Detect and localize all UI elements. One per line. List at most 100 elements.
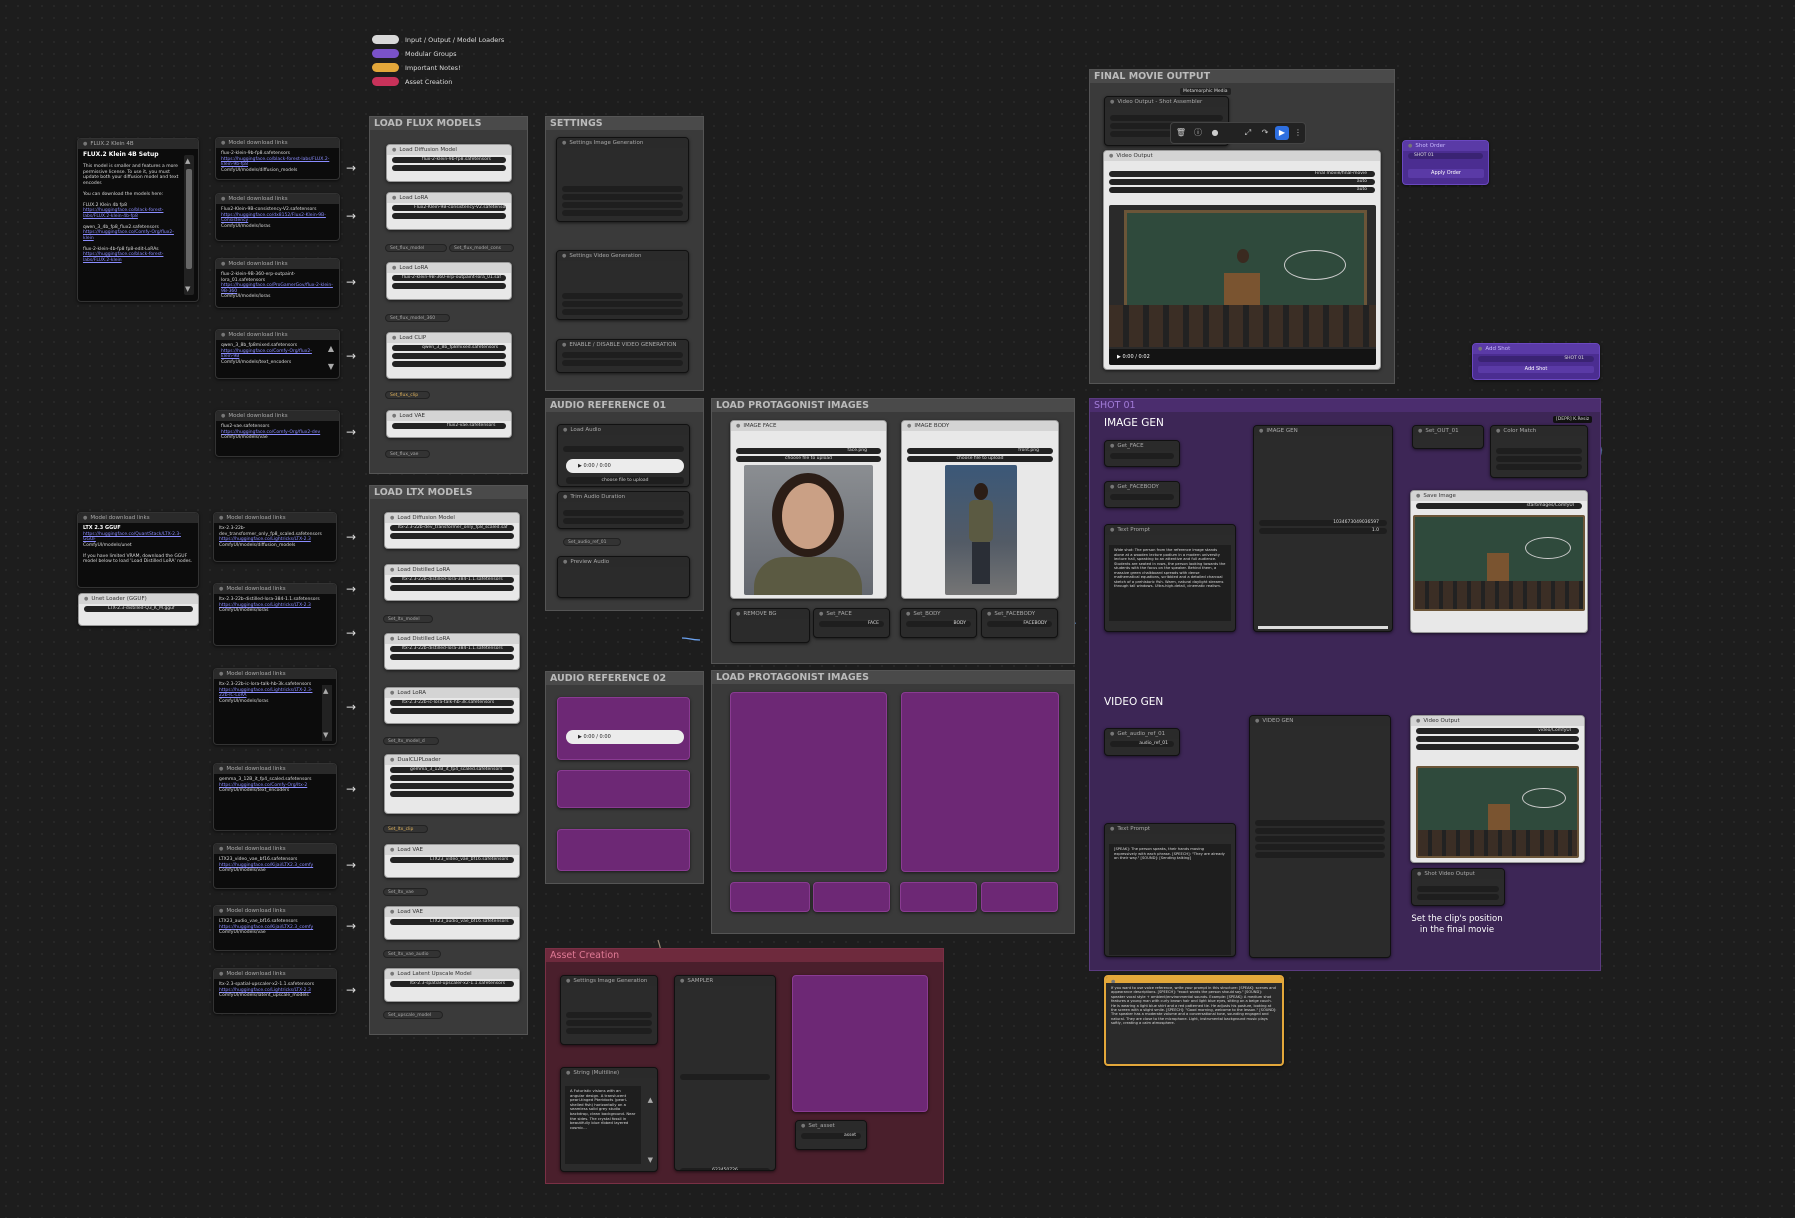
enable-video-generation-node[interactable]: ENABLE / DISABLE VIDEO GENERATION bbox=[556, 339, 689, 373]
steps-input[interactable] bbox=[562, 202, 683, 208]
source-group-select[interactable]: SHOT 01 bbox=[1478, 356, 1594, 362]
cfg-input[interactable] bbox=[1255, 836, 1385, 842]
preview-audio-node-bypassed[interactable] bbox=[557, 829, 690, 871]
set-ltx-vae-audio-node[interactable]: Set_ltx_vae_audio bbox=[383, 950, 441, 958]
load-audio-node-bypassed[interactable]: ▶ 0:00 / 0:00 bbox=[557, 697, 690, 760]
constant-input[interactable]: BODY bbox=[906, 621, 971, 627]
load-vae-audio-node[interactable]: Load VAE LTX23_audio_vae_bf16.safetensors bbox=[384, 906, 520, 940]
shot-order-item[interactable]: SHOT 01 bbox=[1408, 153, 1483, 159]
more-icon[interactable]: ⋮ bbox=[1291, 126, 1305, 140]
steps-input[interactable] bbox=[566, 1028, 652, 1034]
model-download-node[interactable]: Model download links flux-2-klein-9B-360… bbox=[215, 258, 340, 308]
filename-prefix-input[interactable]: startimages/ComfyUI bbox=[1416, 503, 1582, 509]
shot-video-output-node[interactable]: Shot Video Output bbox=[1411, 868, 1505, 906]
lora-name-select[interactable]: ltx-2.3-22b-distilled-lora-384-1.1.safet… bbox=[390, 646, 514, 652]
string-multiline-node[interactable]: String (Multiline) A Futuristic visions … bbox=[560, 1067, 658, 1172]
scroll-down-icon[interactable]: ▼ bbox=[323, 731, 328, 739]
bypass-icon[interactable]: ↷ bbox=[1258, 126, 1272, 140]
resolution-mode-select[interactable] bbox=[1110, 115, 1223, 121]
shot-position-input[interactable] bbox=[1417, 886, 1499, 892]
trim-audio-node-bypassed[interactable] bbox=[557, 770, 690, 808]
unet-name-select[interactable]: ltx-2.3-22b-dev_transformer_only_fp8_sca… bbox=[390, 525, 514, 531]
image-file-select[interactable]: face.png bbox=[736, 448, 881, 454]
settings-video-generation-node[interactable]: Settings Video Generation bbox=[556, 250, 689, 320]
model-download-node[interactable]: Model download links flux2-vae.safetenso… bbox=[215, 410, 340, 457]
load-lora-node[interactable]: Load LoRA flux-2-klein-9B-360-erp-outpain… bbox=[386, 262, 512, 300]
set-flux-model-cons-node[interactable]: Set_flux_model_cons bbox=[449, 244, 514, 252]
important-note[interactable]: If you want to use voice reference, writ… bbox=[1104, 975, 1284, 1066]
download-link[interactable]: https://huggingface.co/dx8152/Flux2-Klei… bbox=[221, 213, 326, 224]
upload-button[interactable]: choose file to upload bbox=[736, 456, 881, 462]
get-face-node[interactable]: Get_FACE bbox=[1104, 440, 1180, 467]
scroll-down-icon[interactable]: ▼ bbox=[648, 1156, 653, 1164]
codec-select[interactable]: auto bbox=[1109, 187, 1375, 193]
load-vae-node[interactable]: Load VAE LTX23_video_vae_bf16.safetensors bbox=[384, 844, 520, 878]
remove-bg-node-bypassed[interactable] bbox=[730, 882, 810, 912]
video-output-node[interactable]: Video Output video/ComfyUI bbox=[1410, 715, 1585, 863]
constant-input[interactable]: audio_ref_01 bbox=[1110, 741, 1174, 747]
text-prompt-node[interactable]: Text Prompt Wide shot: The person from t… bbox=[1104, 524, 1236, 632]
add-shot-node[interactable]: Add Shot SHOT 01 Add Shot bbox=[1472, 343, 1600, 380]
download-link[interactable]: https://huggingface.co/Kijai/LTX2.3_comf… bbox=[219, 863, 313, 868]
preview-audio-node[interactable]: Preview Audio bbox=[557, 556, 690, 598]
set-out-01-node[interactable]: Set_OUT_01 bbox=[1412, 425, 1484, 449]
scroll-up-icon[interactable]: ▲ bbox=[648, 1096, 653, 1104]
download-link[interactable]: https://huggingface.co/black-forest-labs… bbox=[83, 252, 163, 263]
upload-button[interactable]: choose file to upload bbox=[566, 477, 684, 484]
remove-bg-node[interactable]: REMOVE BG bbox=[730, 608, 810, 643]
device-select[interactable] bbox=[390, 791, 514, 797]
weight-dtype-select[interactable] bbox=[390, 533, 514, 539]
type-select[interactable] bbox=[390, 783, 514, 789]
flux-klein-note[interactable]: FLUX.2 Klein 4B FLUX.2 Klein 4B Setup Th… bbox=[77, 138, 199, 302]
save-image-node-bypassed[interactable] bbox=[792, 975, 928, 1112]
aspect-ratio-select[interactable] bbox=[566, 1020, 652, 1026]
aspect-ratio-select[interactable] bbox=[562, 301, 683, 307]
trash-icon[interactable]: 🗑 bbox=[1174, 126, 1188, 140]
resolution-select[interactable] bbox=[562, 293, 683, 299]
download-link[interactable]: https://huggingface.co/black-forest-labs… bbox=[221, 157, 329, 168]
model-download-node[interactable]: Model download links ltx-2.3-22b-dev_tran… bbox=[213, 512, 337, 562]
prompt-text[interactable]: [SPEAK]: The person speaks, their hands … bbox=[1109, 844, 1231, 955]
seed-input[interactable]: 1034673049036597 bbox=[1259, 520, 1387, 526]
lora-name-select[interactable]: ltx-2.3-22b-ic-lora-talk-hb-3k.safetenso… bbox=[390, 700, 514, 706]
node-toolbar[interactable]: 🗑 ⓘ ● ⤢ ↷ ▶ ⋮ bbox=[1170, 122, 1306, 144]
load-audio-node[interactable]: Load Audio ▶ 0:00 / 0:00 choose file to … bbox=[557, 424, 690, 487]
prompt-text[interactable]: A Futuristic visions with an angular des… bbox=[565, 1086, 641, 1164]
set-ltx-model-d-node[interactable]: Set_ltx_model_d bbox=[383, 737, 439, 745]
load-lora-node[interactable]: Load LoRA ltx-2.3-22b-ic-lora-talk-hb-3k.… bbox=[384, 687, 520, 724]
resolution-select[interactable] bbox=[562, 186, 683, 192]
constant-input[interactable]: asset bbox=[801, 1133, 861, 1139]
download-link[interactable]: https://huggingface.co/ProGamerGov/flux-… bbox=[221, 283, 333, 294]
color-match-node[interactable]: Color Match bbox=[1490, 425, 1588, 478]
vae-name-select[interactable]: LTX23_video_vae_bf16.safetensors bbox=[390, 857, 514, 863]
scroll-down-icon[interactable]: ▼ bbox=[328, 362, 334, 371]
model-download-node[interactable]: Model download links ltx-2.3-22b-ic-lora-… bbox=[213, 668, 337, 745]
download-link[interactable]: https://huggingface.co/Lightricks/LTX-2.… bbox=[219, 688, 312, 699]
model-download-node[interactable]: Model download links gemma_3_12B_it_fp4_s… bbox=[213, 763, 337, 831]
download-link[interactable]: https://huggingface.co/Lightricks/LTX-2.… bbox=[219, 988, 311, 993]
set-ltx-vae-node[interactable]: Set_ltx_vae bbox=[383, 888, 428, 896]
frame-rate-input[interactable] bbox=[562, 309, 683, 315]
model-download-node[interactable]: Model download links LTX23_video_vae_bf16… bbox=[213, 843, 337, 889]
resolution-select[interactable] bbox=[566, 1012, 652, 1018]
set-face-node[interactable]: Set_FACE FACE bbox=[813, 608, 890, 638]
filename-prefix-input[interactable]: Final movie/final-movie bbox=[1109, 171, 1375, 177]
video-output-toggle[interactable] bbox=[562, 352, 683, 358]
type-select[interactable] bbox=[392, 353, 506, 359]
prompt-text[interactable]: Wide shot: The person from the reference… bbox=[1109, 545, 1231, 621]
set-ltx-clip-node[interactable]: Set_ltx_clip bbox=[383, 825, 428, 833]
lora-name-select[interactable]: flux-2-klein-9B-360-erp-outpaint-lora_01… bbox=[392, 275, 506, 281]
download-link[interactable]: https://huggingface.co/Comfy-Org/flux2-k… bbox=[221, 349, 312, 360]
unet-name-select[interactable]: flux-2-klein-9b-fp8.safetensors bbox=[392, 157, 506, 163]
run-icon[interactable]: ▶ bbox=[1275, 126, 1289, 140]
load-distilled-lora-node[interactable]: Load Distilled LoRA ltx-2.3-22b-distilled… bbox=[384, 633, 520, 670]
lora-name-select[interactable]: Flux2-Klein-9B-consistency-V2.safetensor… bbox=[392, 205, 506, 211]
set-flux-model-node[interactable]: Set_flux_model bbox=[385, 244, 447, 252]
scroll-up-icon[interactable]: ▲ bbox=[185, 157, 190, 165]
set-upscale-model-node[interactable]: Set_upscale_model bbox=[383, 1011, 443, 1019]
ltx-note[interactable]: Model download links LTX 2.3 GGUFhttps:/… bbox=[77, 512, 199, 588]
model-name-select[interactable]: ltx-2.3-spatial-upscaler-x2-1.1.safetens… bbox=[390, 981, 514, 987]
settings-image-generation-node[interactable]: Settings Image Generation bbox=[556, 137, 689, 222]
constant-input[interactable] bbox=[1110, 494, 1174, 500]
set-body-node[interactable]: Set_BODY BODY bbox=[900, 608, 977, 638]
